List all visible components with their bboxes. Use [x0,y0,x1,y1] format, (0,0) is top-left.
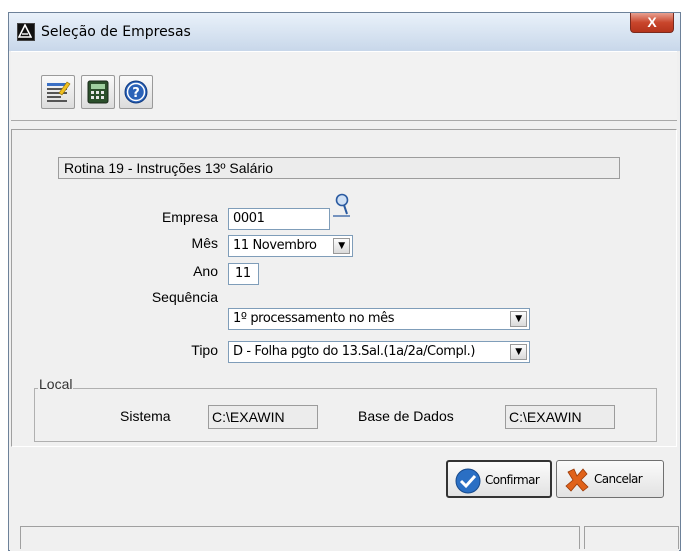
close-button[interactable]: X [630,13,674,33]
sequencia-label: Sequência [151,289,218,305]
tipo-label: Tipo [191,342,218,358]
calculator-icon [87,80,109,104]
toolbar: ? [11,51,677,121]
close-icon: X [647,14,657,30]
confirm-label: Confirmar [485,473,540,487]
local-group-title: Local [38,376,74,392]
x-icon [565,468,589,492]
status-bar [10,522,679,551]
base-de-dados-label: Base de Dados [358,408,454,424]
search-icon[interactable] [332,192,352,218]
base-de-dados-value: C:\EXAWIN [505,405,615,429]
check-icon [455,468,481,494]
mes-label: Mês [191,235,218,251]
chevron-down-icon[interactable]: ▼ [510,344,527,360]
title-bar[interactable]: Seleção de Empresas X [9,13,680,51]
empresa-value: 0001 [233,211,265,226]
ano-input[interactable]: 11 [228,263,259,285]
window-title: Seleção de Empresas [41,24,191,40]
edit-icon [47,81,71,102]
cancel-button[interactable]: Cancelar [556,460,664,498]
tipo-select[interactable]: D - Folha pgto do 13.Sal.(1a/2a/Compl.) … [228,341,530,363]
empresa-label: Empresa [161,209,218,225]
cancel-label: Cancelar [594,472,643,486]
sistema-label: Sistema [120,408,171,424]
help-button[interactable]: ? [119,75,153,109]
chevron-down-icon[interactable]: ▼ [510,311,527,327]
ano-value: 11 [235,266,251,281]
ano-label: Ano [193,263,218,279]
status-panel-right [584,526,679,549]
confirm-button[interactable]: Confirmar [446,460,552,498]
svg-text:?: ? [132,86,140,101]
empresa-input[interactable]: 0001 [228,208,330,230]
help-icon: ? [124,80,148,104]
app-icon [17,23,35,41]
sequencia-select[interactable]: 1º processamento no mês ▼ [228,308,530,330]
status-panel-main [20,526,580,549]
chevron-down-icon[interactable]: ▼ [333,238,350,254]
routine-title: Rotina 19 - Instruções 13º Salário [58,157,620,179]
calculator-button[interactable] [81,75,115,109]
mes-value: 11 Novembro [233,238,317,253]
sistema-value: C:\EXAWIN [208,405,318,429]
edit-button[interactable] [41,75,75,109]
mes-select[interactable]: 11 Novembro ▼ [228,235,353,257]
tipo-value: D - Folha pgto do 13.Sal.(1a/2a/Compl.) [233,344,476,359]
sequencia-value: 1º processamento no mês [233,311,395,326]
